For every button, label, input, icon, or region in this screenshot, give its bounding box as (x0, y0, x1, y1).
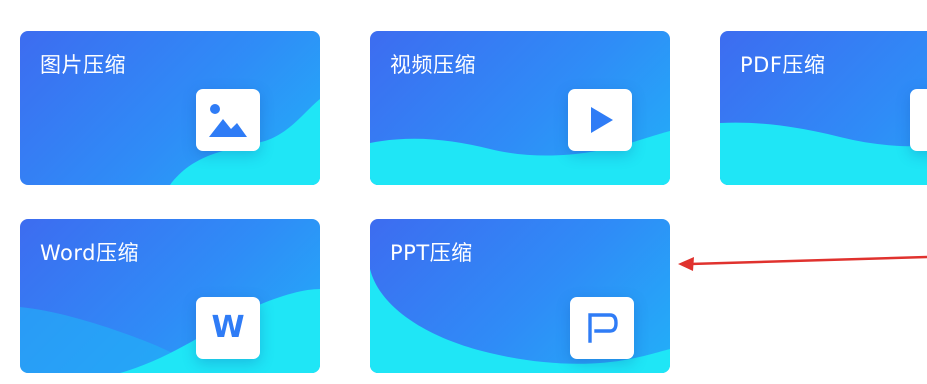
card-title: PDF压缩 (740, 53, 826, 77)
pdf-icon (910, 89, 927, 151)
play-icon (568, 89, 632, 151)
image-icon (196, 89, 260, 151)
ppt-compress-card[interactable]: PPT压缩 (370, 219, 670, 373)
word-compress-card[interactable]: Word压缩 W (20, 219, 320, 373)
word-icon-letter: W (211, 310, 245, 345)
compression-tools-grid: 图片压缩 视频压缩 PDF压缩 Word压缩 W PPT压缩 (0, 0, 927, 384)
word-icon: W (196, 297, 260, 359)
ppt-icon (570, 297, 634, 359)
card-title: 视频压缩 (390, 53, 476, 77)
pdf-compress-card[interactable]: PDF压缩 (720, 31, 927, 185)
card-title: Word压缩 (40, 241, 139, 265)
video-compress-card[interactable]: 视频压缩 (370, 31, 670, 185)
image-compress-card[interactable]: 图片压缩 (20, 31, 320, 185)
card-title: 图片压缩 (40, 53, 126, 77)
card-title: PPT压缩 (390, 241, 473, 265)
